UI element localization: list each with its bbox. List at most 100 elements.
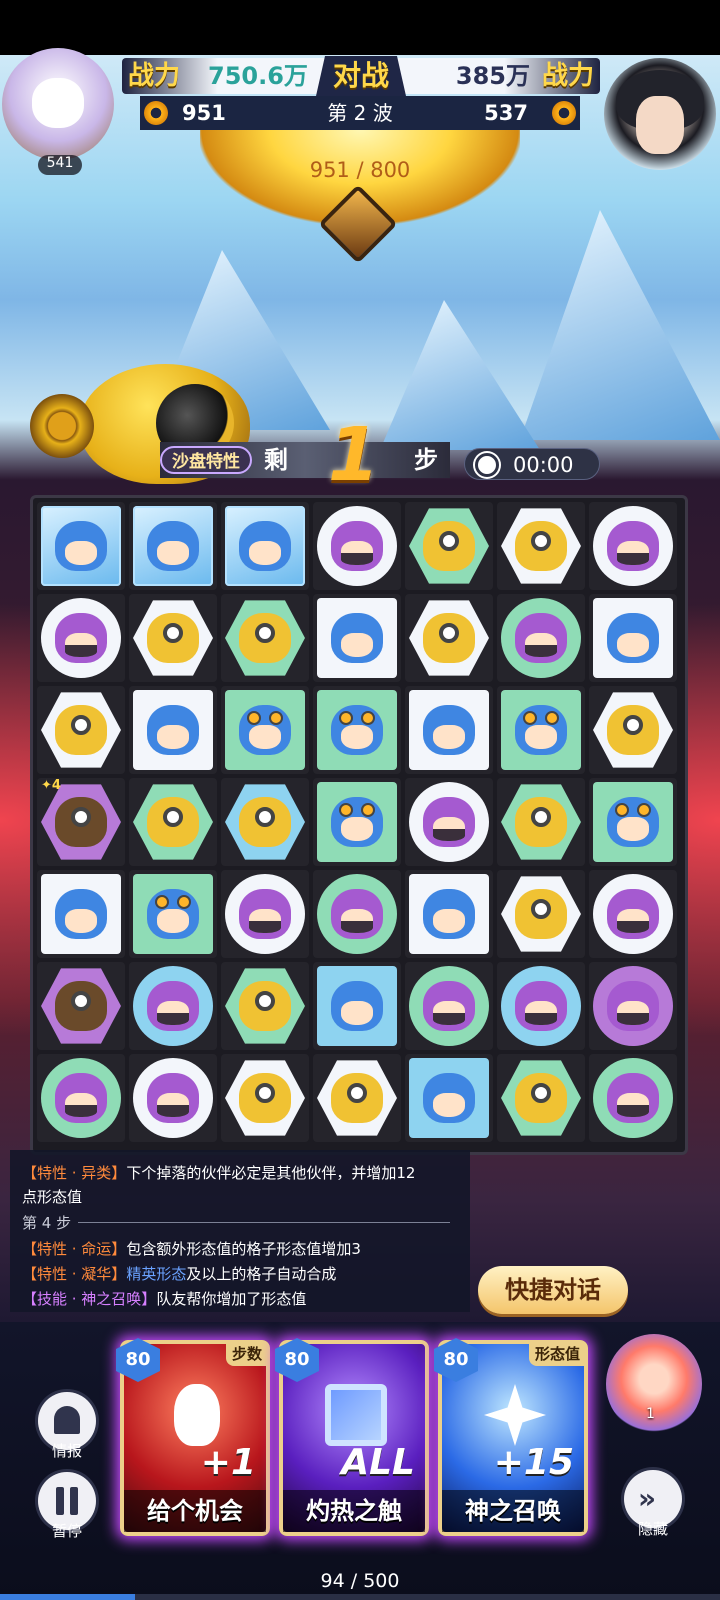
board-cell[interactable] xyxy=(37,502,125,590)
goggle-icon xyxy=(339,711,353,725)
sandbox-trait-button[interactable]: 沙盘特性 xyxy=(160,446,252,474)
board-cell[interactable] xyxy=(129,502,217,590)
board-cell[interactable] xyxy=(313,962,401,1050)
yellow-partner-icon xyxy=(239,613,291,663)
partner-tile xyxy=(133,506,213,586)
board-cell[interactable] xyxy=(405,594,493,682)
board-cell[interactable] xyxy=(129,594,217,682)
board-cell[interactable] xyxy=(497,962,585,1050)
wave-progress-text: 951 / 800 xyxy=(309,158,411,182)
board-cell[interactable] xyxy=(221,870,309,958)
board-cell[interactable] xyxy=(37,962,125,1050)
purple-partner-icon xyxy=(147,1073,199,1123)
log-divider xyxy=(78,1222,450,1223)
board-cell[interactable] xyxy=(497,502,585,590)
partner-tile xyxy=(133,784,213,860)
card-cost: 80 xyxy=(275,1338,319,1382)
board-cell[interactable] xyxy=(313,686,401,774)
board-cell[interactable] xyxy=(589,1054,677,1142)
board-cell[interactable] xyxy=(405,502,493,590)
goggle-icon xyxy=(545,711,559,725)
board-cell[interactable] xyxy=(497,870,585,958)
board-cell[interactable] xyxy=(221,686,309,774)
teammate-avatar[interactable]: 1 xyxy=(606,1334,702,1434)
purple-partner-icon xyxy=(423,797,475,847)
skill-card-divine-summon[interactable]: 80 形态值 +15 神之召唤 xyxy=(434,1338,588,1536)
board-cell[interactable] xyxy=(497,594,585,682)
partner-tile xyxy=(409,600,489,676)
board-cell[interactable] xyxy=(313,502,401,590)
board-cell[interactable] xyxy=(129,1054,217,1142)
partner-tile xyxy=(225,506,305,586)
partner-tile xyxy=(501,876,581,952)
quick-chat-button[interactable]: 快捷对话 xyxy=(478,1266,628,1314)
log-text: 下个掉落的伙伴必定是其他伙伴，并增加12 xyxy=(126,1164,416,1182)
board-cell[interactable] xyxy=(313,1054,401,1142)
face-icon xyxy=(617,633,649,657)
skill-card-chance[interactable]: 80 步数 +1 给个机会 xyxy=(116,1338,270,1536)
partner-tile xyxy=(41,874,121,954)
purple-partner-icon xyxy=(515,613,567,663)
card-effect: +1 xyxy=(200,1442,256,1483)
log-text-continued: 点形态值 xyxy=(22,1188,83,1206)
board-cell[interactable] xyxy=(497,686,585,774)
log-entry: 【特性 · 凝华】精英形态及以上的格子自动合成 xyxy=(22,1263,336,1284)
yellow-partner-icon xyxy=(423,613,475,663)
match-board: ✦4 xyxy=(30,495,688,1155)
board-cell[interactable] xyxy=(221,778,309,866)
log-highlight: 精英形态 xyxy=(126,1265,187,1283)
face-icon xyxy=(433,725,465,749)
board-cell[interactable] xyxy=(129,778,217,866)
goggle-icon xyxy=(531,1083,551,1103)
board-cell[interactable] xyxy=(221,1054,309,1142)
goggle-icon xyxy=(177,895,191,909)
opponent-score: 537 xyxy=(484,101,528,125)
yellow-partner-icon xyxy=(55,705,107,755)
board-cell[interactable] xyxy=(589,686,677,774)
board-cell[interactable] xyxy=(497,778,585,866)
pause-label: 暂停 xyxy=(51,1522,82,1540)
board-cell[interactable] xyxy=(221,502,309,590)
board-cell[interactable] xyxy=(589,962,677,1050)
board-cell[interactable] xyxy=(37,870,125,958)
board-cell[interactable]: ✦4 xyxy=(37,778,125,866)
yellow-partner-icon xyxy=(515,521,567,571)
blue-partner-icon xyxy=(607,613,659,663)
board-cell[interactable] xyxy=(589,870,677,958)
mask-icon xyxy=(249,921,281,933)
pause-icon xyxy=(70,1487,78,1515)
board-cell[interactable] xyxy=(405,1054,493,1142)
board-cell[interactable] xyxy=(129,686,217,774)
board-cell[interactable] xyxy=(37,1054,125,1142)
partner-tile xyxy=(501,784,581,860)
partner-tile xyxy=(317,1060,397,1136)
skill-card-burning-touch[interactable]: 80 ALL 灼热之触 xyxy=(275,1338,429,1536)
mask-icon xyxy=(157,1105,189,1117)
board-cell[interactable] xyxy=(129,870,217,958)
board-cell[interactable] xyxy=(405,778,493,866)
double-chevron-right-icon: » xyxy=(638,1482,657,1515)
board-cell[interactable] xyxy=(313,870,401,958)
blue-partner-icon xyxy=(331,797,383,847)
board-cell[interactable] xyxy=(221,594,309,682)
board-cell[interactable] xyxy=(405,870,493,958)
board-cell[interactable] xyxy=(497,1054,585,1142)
board-cell[interactable] xyxy=(313,778,401,866)
board-cell[interactable] xyxy=(37,686,125,774)
board-cell[interactable] xyxy=(221,962,309,1050)
board-cell[interactable] xyxy=(313,594,401,682)
board-cell[interactable] xyxy=(37,594,125,682)
board-cell[interactable] xyxy=(589,778,677,866)
board-cell[interactable] xyxy=(405,686,493,774)
opponent-avatar[interactable] xyxy=(604,58,716,170)
board-cell[interactable] xyxy=(129,962,217,1050)
partner-tile xyxy=(593,782,673,862)
partner-tile xyxy=(225,784,305,860)
board-cell[interactable] xyxy=(589,594,677,682)
log-tag: 【特性 · 凝华】 xyxy=(22,1265,127,1283)
mask-icon xyxy=(617,1013,649,1025)
player-avatar[interactable] xyxy=(2,48,114,160)
board-cell[interactable] xyxy=(589,502,677,590)
darkgold-partner-icon xyxy=(55,797,107,847)
board-cell[interactable] xyxy=(405,962,493,1050)
